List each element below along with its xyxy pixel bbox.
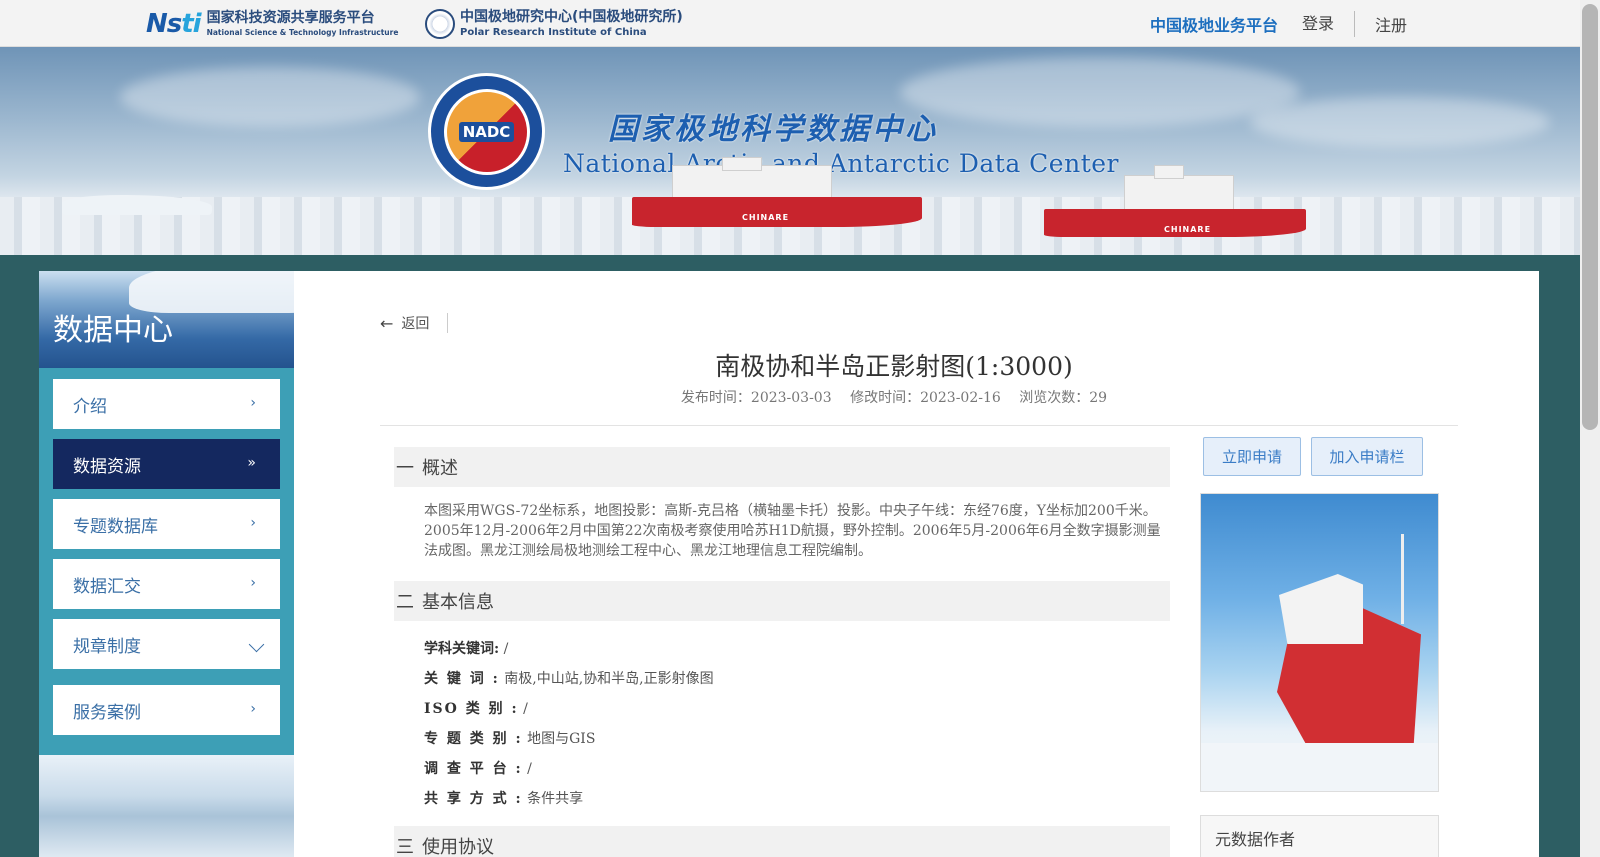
view-count: 浏览次数：29 [1019,390,1108,406]
sidebar-title: 数据中心 [53,313,173,348]
sidebar: 数据中心 介绍 › 数据资源 » 专题数据库 › 数据汇交 › 规章制度 服务案… [39,271,294,857]
info-row-topic-category: 专 题 类 别 : 地图与GIS [424,728,595,748]
info-key: ISO 类 别 : [424,701,519,717]
nsti-logo-mark: Nsti [146,9,202,39]
section-header-usage-agreement: 三 使用协议 [394,826,1170,857]
info-value: / [503,641,509,657]
scrollbar-thumb[interactable] [1582,4,1598,430]
info-key: 专 题 类 别 : [424,731,523,747]
nadc-logo: NADC [428,73,545,190]
top-right-links: 中国极地业务平台 登录 注册 [1150,0,1407,47]
info-value: / [527,761,532,777]
sidebar-item-intro[interactable]: 介绍 › [53,379,280,429]
info-key: 共 享 方 式 : [424,791,523,807]
add-to-cart-button[interactable]: 加入申请栏 [1311,437,1423,476]
metadata-author-box: 元数据作者 [1200,815,1439,857]
sidebar-item-service-cases[interactable]: 服务案例 › [53,685,280,735]
ship-hull-label: CHINARE [742,213,790,222]
sidebar-item-regulations[interactable]: 规章制度 [53,619,280,669]
info-key: 关 键 词 : [424,671,500,687]
section-number: 三 [396,837,414,857]
sidebar-item-label: 介绍 [73,396,107,417]
polar-platform-link[interactable]: 中国极地业务平台 [1150,12,1278,36]
sidebar-item-label: 数据汇交 [73,576,141,597]
page-meta: 发布时间：2023-03-03 修改时间：2023-02-16 浏览次数：29 [294,387,1494,407]
section-title: 概述 [422,458,458,479]
section-number: 一 [396,458,414,479]
info-value: 南极,中山站,协和半岛,正影射像图 [504,671,714,687]
divider [380,425,1458,426]
sidebar-item-label: 服务案例 [73,702,141,723]
register-link[interactable]: 注册 [1355,12,1407,36]
info-row-keywords: 关 键 词 : 南极,中山站,协和半岛,正影射像图 [424,668,714,688]
info-key: 学科关键词: [424,641,500,657]
icebreaker-photo [1200,493,1439,792]
arrow-left-icon: ← [380,313,394,333]
sidebar-item-thematic-db[interactable]: 专题数据库 › [53,499,280,549]
nsti-logo-cn: 国家科技资源共享服务平台 [206,10,375,27]
modified-date: 修改时间：2023-02-16 [850,390,1001,406]
section-header-basic-info: 二 基本信息 [394,581,1170,621]
page-title: 南极协和半岛正影射图(1:3000) [715,352,1073,381]
info-row-subject-keywords: 学科关键词: / [424,638,508,658]
metadata-author-title: 元数据作者 [1215,830,1296,849]
back-label: 返回 [401,316,430,332]
info-value: 条件共享 [527,791,584,807]
sidebar-item-label: 数据资源 [73,456,141,477]
chevron-right-icon: › [250,515,256,531]
info-value: 地图与GIS [527,731,596,747]
icebreaker-ship-left: CHINARE [632,157,922,227]
pric-logo-en: Polar Research Institute of China [460,27,647,38]
nadc-logo-text: NADC [458,121,515,142]
header-banner: NADC 国家极地科学数据中心 National Arctic and Anta… [0,47,1580,255]
sidebar-item-label: 规章制度 [73,636,141,657]
ship-hull-label-2: CHINARE [1164,225,1212,234]
nsti-logo-en: National Science & Technology Infrastruc… [206,28,399,38]
sidebar-header: 数据中心 [39,271,294,368]
chevron-down-icon [248,636,265,653]
section-title: 基本信息 [422,592,494,613]
sidebar-item-data-resources[interactable]: 数据资源 » [53,439,280,489]
login-link[interactable]: 登录 [1302,10,1355,37]
pric-seal-icon [425,9,455,39]
pric-logo-cn: 中国极地研究中心(中国极地研究所) [460,9,683,25]
section-header-overview: 一 概述 [394,447,1170,487]
banner-title-cn: 国家极地科学数据中心 [608,112,938,147]
double-chevron-right-icon: » [247,455,256,471]
icebreaker-ship-right: CHINARE [1044,165,1306,237]
sidebar-footer-image [39,755,294,857]
chevron-right-icon: › [250,701,256,717]
publish-date: 发布时间：2023-03-03 [680,390,832,406]
main-content: ← 返回 南极协和半岛正影射图(1:3000) 发布时间：2023-03-03 … [294,271,1539,857]
info-row-survey-platform: 调 查 平 台 : / [424,758,532,778]
sidebar-item-data-submission[interactable]: 数据汇交 › [53,559,280,609]
nsti-logo[interactable]: Nsti 国家科技资源共享服务平台 National Science & Tec… [146,9,398,39]
info-row-iso-category: ISO 类 别 : / [424,698,528,718]
sidebar-item-label: 专题数据库 [73,516,158,537]
pric-logo[interactable]: 中国极地研究中心(中国极地研究所) Polar Research Institu… [425,9,683,39]
chevron-right-icon: › [250,575,256,591]
info-row-sharing-mode: 共 享 方 式 : 条件共享 [424,788,583,808]
info-key: 调 查 平 台 : [424,761,523,777]
section-title: 使用协议 [422,837,494,857]
info-value: / [523,701,528,717]
top-navigation-bar: Nsti 国家科技资源共享服务平台 National Science & Tec… [0,0,1580,47]
back-button[interactable]: ← 返回 [380,313,449,333]
apply-now-button[interactable]: 立即申请 [1203,437,1301,476]
chevron-right-icon: › [250,395,256,411]
overview-description: 本图采用WGS-72坐标系，地图投影：高斯-克吕格（横轴墨卡托）投影。中央子午线… [424,503,1161,559]
page-scrollbar[interactable] [1580,0,1600,857]
section-number: 二 [396,592,414,613]
